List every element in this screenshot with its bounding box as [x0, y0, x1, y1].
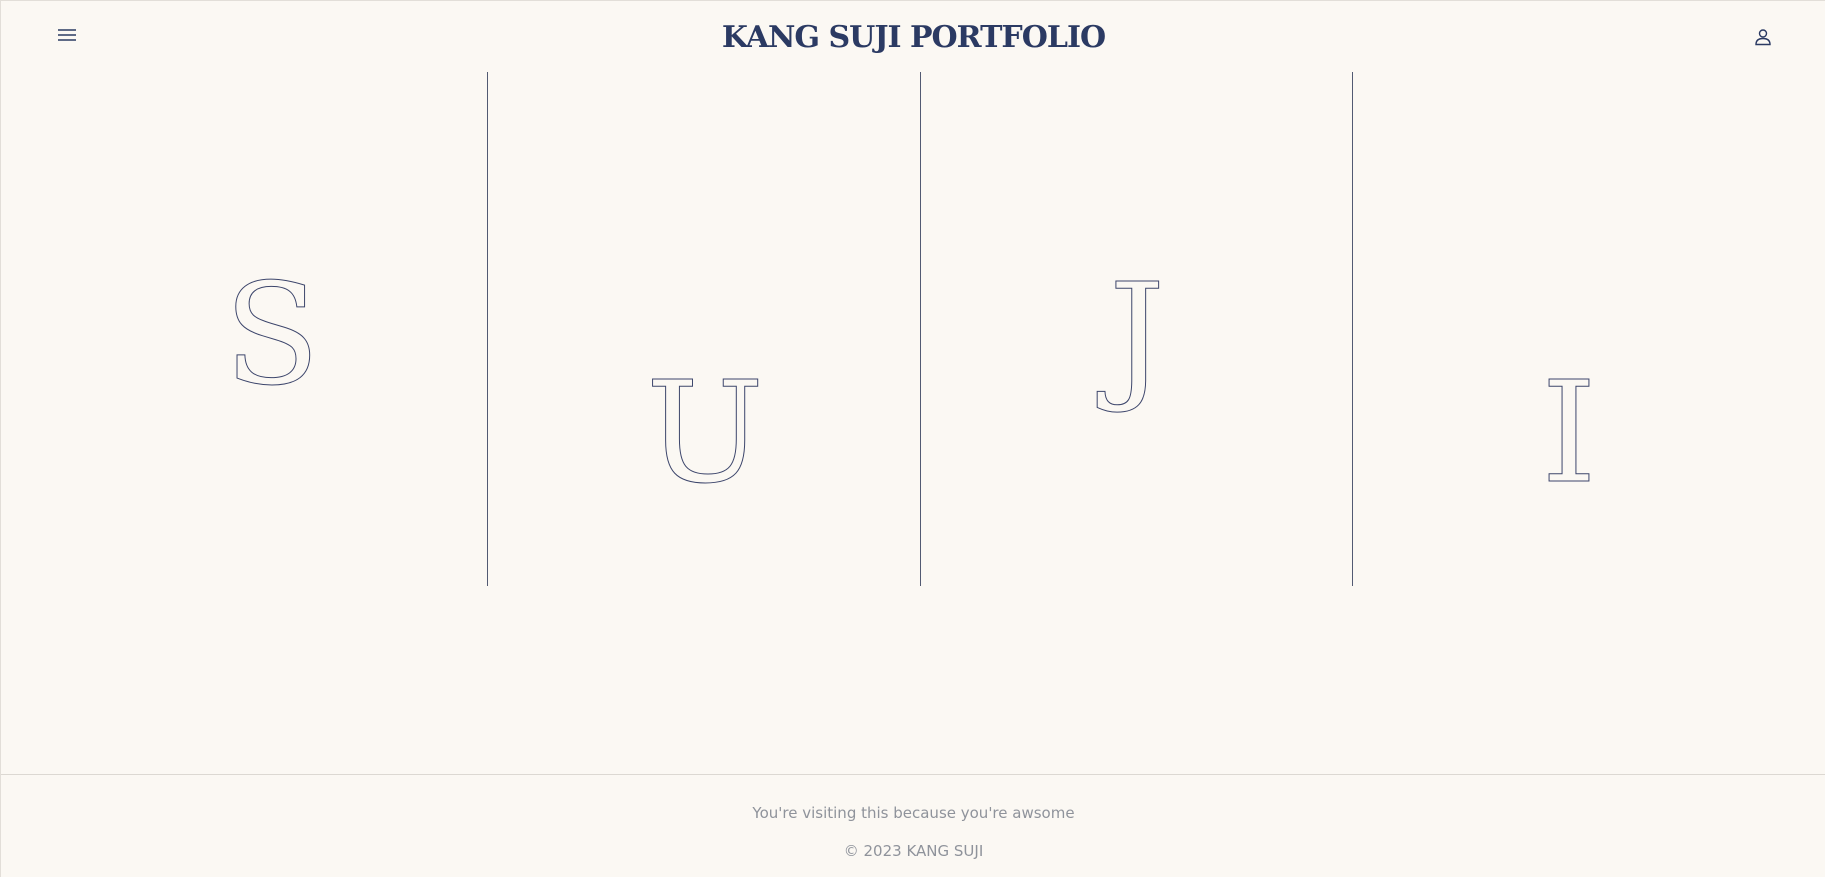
user-icon [1755, 29, 1771, 46]
footer-divider [1, 774, 1825, 775]
column-divider [1352, 72, 1353, 586]
letter-j[interactable]: J [1037, 265, 1237, 406]
column-divider [487, 72, 488, 586]
site-header: KANG SUJI PORTFOLIO [1, 1, 1825, 73]
footer-message: You're visiting this because you're awso… [752, 804, 1075, 822]
letter-s[interactable]: S [172, 265, 372, 406]
user-button[interactable] [1749, 23, 1777, 51]
letter-i[interactable]: I [1469, 363, 1669, 504]
hero-letters: S U J I [1, 72, 1825, 586]
column-divider [920, 72, 921, 586]
footer-copyright: © 2023 KANG SUJI [843, 842, 984, 860]
portfolio-page: KANG SUJI PORTFOLIO S U J I You're visit… [0, 0, 1825, 877]
letter-u[interactable]: U [605, 363, 805, 504]
site-title[interactable]: KANG SUJI PORTFOLIO [1, 15, 1825, 61]
